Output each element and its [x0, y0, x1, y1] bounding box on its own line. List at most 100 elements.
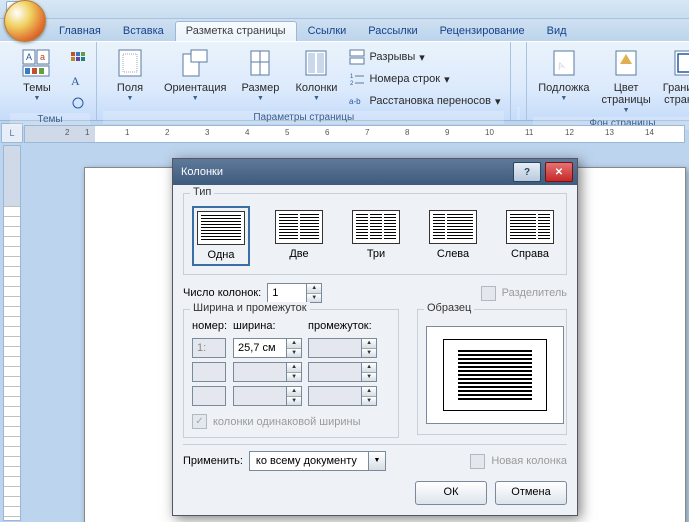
theme-colors-button[interactable] [66, 49, 90, 69]
spin-down-icon: ▼ [362, 397, 376, 406]
spin-up-icon: ▲ [362, 387, 376, 397]
group-page-setup: Поля▼ Ориентация▼ Размер▼ Колонки▼ Разры… [97, 42, 511, 120]
size-icon [244, 48, 276, 80]
chevron-down-icon: ▼ [257, 95, 264, 102]
vertical-ruler[interactable] [3, 145, 21, 521]
page-borders-button[interactable]: Границы страниц [658, 45, 689, 109]
orientation-button[interactable]: Ориентация▼ [159, 45, 231, 105]
columns-dialog: Колонки ? ✕ Тип Одна Две Три [172, 158, 578, 516]
width-gap-group: Ширина и промежуток номер: ширина: ▲▼ ▲▼ [183, 309, 399, 438]
separator-checkbox [481, 286, 496, 301]
page-color-button[interactable]: Цвет страницы▼ [597, 45, 656, 117]
col1-gap-input [308, 338, 362, 358]
effects-icon [70, 95, 86, 111]
help-button[interactable]: ? [513, 162, 541, 182]
chevron-down-icon: ▼ [623, 107, 630, 114]
width-gap-label: Ширина и промежуток [190, 302, 310, 314]
theme-fonts-button[interactable]: A [66, 71, 90, 91]
spin-down-icon[interactable]: ▼ [307, 294, 321, 303]
tab-mailings[interactable]: Рассылки [357, 21, 428, 41]
spin-up-icon[interactable]: ▲ [307, 284, 321, 294]
dialog-titlebar[interactable]: Колонки ? ✕ [173, 159, 577, 185]
spin-up-icon[interactable]: ▲ [287, 339, 301, 349]
spin-up-icon: ▲ [287, 363, 301, 373]
size-button[interactable]: Размер▼ [233, 45, 287, 105]
orientation-label: Ориентация [164, 82, 226, 94]
equal-width-label: колонки одинаковой ширины [213, 416, 361, 428]
margins-icon [114, 48, 146, 80]
chevron-down-icon: ▼ [560, 95, 567, 102]
ribbon: Aa Темы ▼ A Темы Поля▼ Ориентация▼ [0, 41, 689, 121]
quick-access-toolbar [0, 0, 689, 19]
chevron-down-icon: ▼ [313, 95, 320, 102]
col2-no [192, 362, 226, 382]
type-three[interactable]: Три [348, 206, 404, 266]
watermark-button[interactable]: A Подложка▼ [533, 45, 594, 105]
type-one-label: Одна [208, 249, 235, 261]
svg-text:2: 2 [350, 81, 354, 87]
breaks-button[interactable]: Разрывы ▾ [345, 47, 504, 67]
apply-to-select[interactable]: ко всему документу ▼ [249, 451, 386, 471]
page-color-icon [610, 48, 642, 80]
hyphenation-button[interactable]: a-b Расстановка переносов ▾ [345, 91, 504, 111]
dialog-title: Колонки [181, 166, 509, 178]
hyphenation-label: Расстановка переносов [369, 95, 490, 107]
num-columns-input[interactable] [267, 283, 307, 303]
themes-button[interactable]: Aa Темы ▼ [10, 45, 64, 105]
new-column-checkbox [470, 454, 485, 469]
line-numbers-button[interactable]: 12Номера строк ▾ [345, 69, 504, 89]
watermark-icon: A [548, 48, 580, 80]
col1-width-input[interactable] [233, 338, 287, 358]
margins-label: Поля [117, 82, 143, 94]
ok-button[interactable]: ОК [415, 481, 487, 505]
line-numbers-icon: 12 [349, 71, 365, 87]
tab-selector[interactable]: L [1, 123, 23, 143]
columns-label: Колонки [295, 82, 337, 94]
sample-preview [426, 326, 564, 424]
group-themes: Aa Темы ▼ A Темы [0, 42, 97, 120]
spin-down-icon: ▼ [287, 397, 301, 406]
spin-down-icon: ▼ [362, 349, 376, 358]
svg-text:a-b: a-b [349, 97, 361, 106]
spin-up-icon: ▲ [287, 387, 301, 397]
columns-icon [300, 48, 332, 80]
col1-width-spinner[interactable]: ▲▼ [233, 338, 302, 358]
breaks-label: Разрывы [369, 51, 415, 63]
group-page-setup-title: Параметры страницы [103, 111, 504, 124]
tab-page-layout[interactable]: Разметка страницы [175, 21, 297, 41]
watermark-label: Подложка [538, 82, 589, 94]
col-gap-header: промежуток: [308, 320, 377, 332]
num-columns-spinner[interactable]: ▲▼ [267, 283, 322, 303]
colors-icon [70, 51, 86, 67]
type-one[interactable]: Одна [192, 206, 250, 266]
type-two[interactable]: Две [271, 206, 327, 266]
theme-options: A [66, 49, 90, 113]
group-page-background: A Подложка▼ Цвет страницы▼ Границы стран… [527, 42, 689, 120]
col-no-header: номер: [192, 320, 227, 332]
cancel-button[interactable]: Отмена [495, 481, 567, 505]
ribbon-tabs: Главная Вставка Разметка страницы Ссылки… [0, 19, 689, 41]
horizontal-ruler[interactable]: 21 123 456 789 101112 1314 [24, 125, 685, 143]
columns-button[interactable]: Колонки▼ [289, 45, 343, 105]
spin-down-icon[interactable]: ▼ [287, 349, 301, 358]
orientation-icon [179, 48, 211, 80]
col2-gap-input [308, 362, 362, 382]
office-button[interactable] [4, 0, 46, 42]
svg-text:a: a [40, 52, 45, 62]
sample-group: Образец [417, 309, 567, 435]
tab-home[interactable]: Главная [48, 21, 112, 41]
type-left[interactable]: Слева [425, 206, 481, 266]
type-right-label: Справа [511, 248, 549, 260]
chevron-down-icon: ▾ [419, 51, 425, 64]
tab-view[interactable]: Вид [536, 21, 578, 41]
type-right[interactable]: Справа [502, 206, 558, 266]
tab-insert[interactable]: Вставка [112, 21, 175, 41]
tab-references[interactable]: Ссылки [297, 21, 358, 41]
svg-text:A: A [71, 74, 80, 88]
chevron-down-icon[interactable]: ▼ [369, 451, 386, 471]
theme-effects-button[interactable] [66, 93, 90, 113]
tab-review[interactable]: Рецензирование [429, 21, 536, 41]
margins-button[interactable]: Поля▼ [103, 45, 157, 105]
chevron-down-icon: ▾ [495, 95, 501, 108]
close-button[interactable]: ✕ [545, 162, 573, 182]
